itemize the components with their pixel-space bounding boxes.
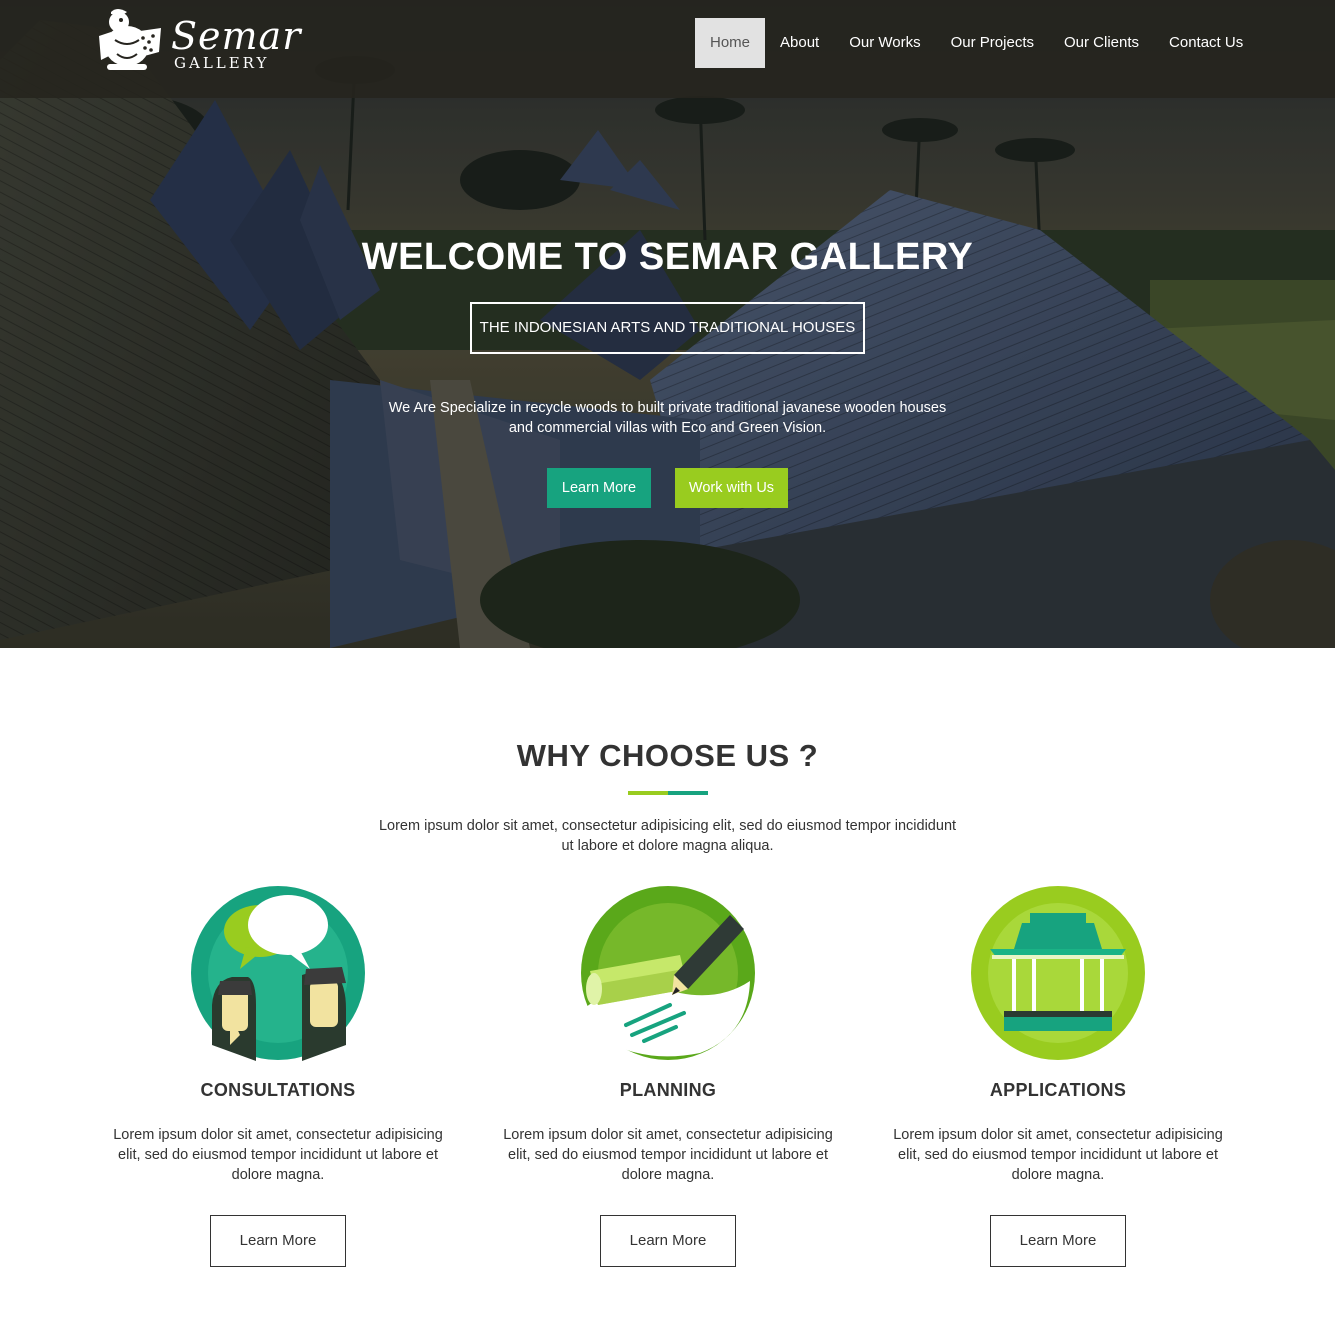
feature-title: APPLICATIONS [989,1080,1127,1100]
work-with-us-button[interactable]: Work with Us [675,468,788,508]
nav-item-home[interactable]: Home [695,18,766,68]
hero-description: We Are Specialize in recycle woods to bu… [388,400,947,436]
planning-icon [581,886,755,1060]
logo[interactable]: Semar GALLERY [97,6,317,76]
hero-section: Semar GALLERY Home About Our Works Our P… [0,0,1335,648]
nav-item-about[interactable]: About [765,18,834,68]
title-underline [628,791,708,795]
nav-item-contact-us[interactable]: Contact Us [1154,18,1258,68]
nav-item-our-projects[interactable]: Our Projects [936,18,1049,68]
hero-tagline: THE INDONESIAN ARTS AND TRADITIONAL HOUS… [470,302,865,354]
nav-item-our-clients[interactable]: Our Clients [1049,18,1154,68]
feature-consultations: CONSULTATIONS Lorem ipsum dolor sit amet… [113,885,443,1275]
nav-item-our-works[interactable]: Our Works [834,18,935,68]
main-nav: Home About Our Works Our Projects Our Cl… [695,18,1258,68]
logo-subtitle: GALLERY [174,54,270,72]
learn-more-button[interactable]: Learn More [600,1215,736,1267]
feature-title: PLANNING [619,1080,717,1100]
section-description: Lorem ipsum dolor sit amet, consectetur … [378,818,957,854]
feature-text: Lorem ipsum dolor sit amet, consectetur … [503,1127,833,1183]
navbar: Semar GALLERY Home About Our Works Our P… [0,0,1335,98]
feature-text: Lorem ipsum dolor sit amet, consectetur … [893,1127,1223,1183]
learn-more-button[interactable]: Learn More [210,1215,346,1267]
pavilion-icon [971,886,1145,1060]
hero-title-bold: SEMAR GALLERY [638,236,974,278]
feature-title: CONSULTATIONS [200,1080,356,1100]
section-title: WHY CHOOSE US ? [516,738,819,773]
feature-planning: PLANNING Lorem ipsum dolor sit amet, con… [503,885,833,1275]
learn-more-button[interactable]: Learn More [990,1215,1126,1267]
learn-more-button[interactable]: Learn More [547,468,651,508]
underline-lime [628,791,668,795]
hero-title: WELCOME TO SEMAR GALLERY [0,236,1335,279]
consultation-icon [191,886,365,1061]
hero-title-prefix: WELCOME TO [361,236,628,278]
underline-teal [668,791,708,795]
logo-title: Semar [171,14,302,58]
feature-text: Lorem ipsum dolor sit amet, consectetur … [113,1127,443,1183]
semar-figure-logo-icon [99,9,161,70]
feature-applications: APPLICATIONS Lorem ipsum dolor sit amet,… [893,885,1223,1275]
